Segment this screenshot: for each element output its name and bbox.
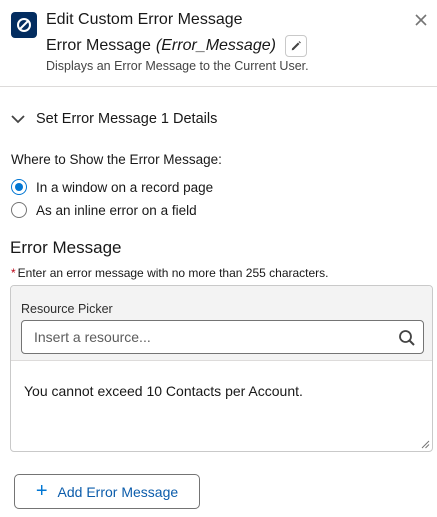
resource-picker-input[interactable] (21, 320, 424, 354)
element-api-name: (Error_Message) (155, 37, 276, 54)
radio-option-window[interactable]: In a window on a record page (11, 178, 213, 196)
radio-button[interactable] (11, 202, 27, 218)
add-error-message-button[interactable]: + Add Error Message (14, 474, 200, 509)
element-label: Error Message (46, 37, 151, 54)
error-message-icon (11, 12, 37, 38)
panel-title: Edit Custom Error Message (46, 11, 243, 28)
section-toggle[interactable]: Set Error Message 1 Details (10, 109, 217, 129)
error-message-heading: Error Message (10, 238, 122, 257)
radio-label: As an inline error on a field (36, 202, 197, 218)
element-name: Error Message (Error_Message) (46, 35, 307, 57)
resource-picker-label: Resource Picker (21, 302, 113, 316)
pencil-icon (291, 41, 301, 51)
plus-icon: + (35, 479, 48, 502)
panel-header: Edit Custom Error Message Error Message … (0, 0, 437, 87)
radio-label: In a window on a record page (36, 179, 214, 195)
error-message-help: * Enter an error message with no more tha… (11, 266, 329, 280)
close-icon[interactable] (414, 13, 428, 27)
add-error-message-label: Add Error Message (57, 483, 179, 500)
search-icon (399, 330, 415, 346)
section-title: Set Error Message 1 Details (36, 111, 218, 127)
radio-option-inline[interactable]: As an inline error on a field (11, 201, 197, 219)
location-label: Where to Show the Error Message: (11, 152, 222, 167)
radio-button[interactable] (11, 179, 27, 195)
resize-handle-icon[interactable] (420, 439, 430, 449)
required-marker: * (11, 266, 16, 280)
help-text: Enter an error message with no more than… (17, 266, 329, 280)
panel-description: Displays an Error Message to the Current… (46, 59, 309, 73)
edit-button[interactable] (284, 35, 307, 57)
editor-toolbar: Resource Picker (11, 286, 432, 361)
error-message-text[interactable]: You cannot exceed 10 Contacts per Accoun… (24, 383, 303, 399)
chevron-down-icon (11, 115, 25, 124)
error-message-editor: Resource Picker You cannot exceed 10 Con… (10, 285, 433, 452)
